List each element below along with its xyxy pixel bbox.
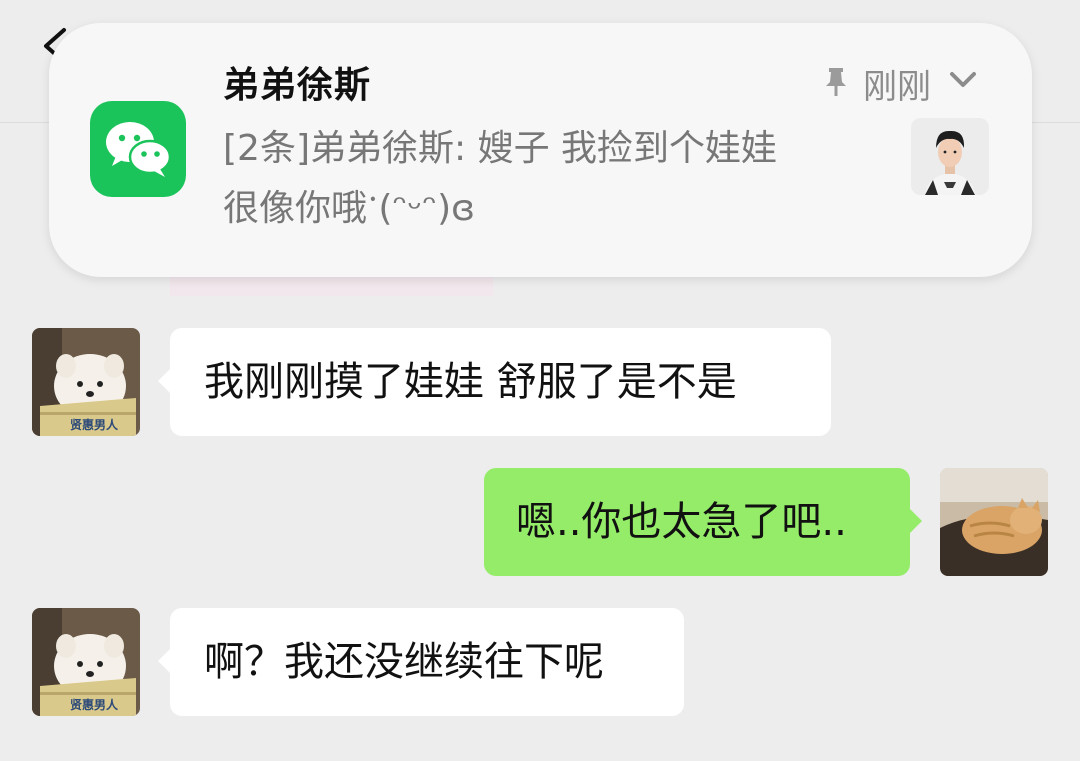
message-bubble-outgoing[interactable]: 嗯..你也太急了吧.. bbox=[484, 468, 922, 576]
pin-icon bbox=[826, 68, 846, 96]
message-text: 嗯..你也太急了吧.. bbox=[516, 499, 847, 545]
chevron-down-icon[interactable] bbox=[949, 69, 977, 91]
bubble-tail bbox=[158, 648, 171, 674]
avatar-book-text: 贤惠男人 bbox=[70, 417, 119, 432]
bubble-tail bbox=[909, 508, 922, 534]
message-bubble-incoming[interactable]: 我刚刚摸了娃娃 舒服了是不是 bbox=[158, 328, 831, 436]
notification-time: 刚刚 bbox=[863, 67, 931, 107]
wechat-icon bbox=[90, 101, 186, 197]
message-text: 啊？我还没继续往下呢 bbox=[204, 639, 604, 685]
message-bubble-incoming[interactable]: 啊？我还没继续往下呢 bbox=[158, 608, 684, 716]
bubble-tail bbox=[158, 368, 171, 394]
notification-preview: [2条]弟弟徐斯: 嫂子 我捡到个娃娃 很像你哦ॱ(ᵔᵕᵔ)ɞ bbox=[223, 119, 883, 239]
contact-avatar[interactable]: 贤惠男人 bbox=[32, 328, 140, 436]
chat-screen: 弟弟徐斯 刚刚 [2条]弟弟徐斯: 嫂子 我捡到个娃娃 很像你哦ॱ(ᵔᵕᵔ)ɞ bbox=[0, 0, 1080, 761]
avatar-book-text: 贤惠男人 bbox=[70, 697, 119, 712]
notification-banner[interactable]: 弟弟徐斯 刚刚 [2条]弟弟徐斯: 嫂子 我捡到个娃娃 很像你哦ॱ(ᵔᵕᵔ)ɞ bbox=[49, 23, 1032, 277]
notification-preview-line1: [2条]弟弟徐斯: 嫂子 我捡到个娃娃 bbox=[223, 128, 778, 169]
notification-preview-line2: 很像你哦ॱ(ᵔᵕᵔ)ɞ bbox=[223, 188, 476, 229]
contact-avatar[interactable]: 贤惠男人 bbox=[32, 608, 140, 716]
my-avatar[interactable] bbox=[940, 468, 1048, 576]
message-text: 我刚刚摸了娃娃 舒服了是不是 bbox=[204, 359, 737, 405]
notification-sender: 弟弟徐斯 bbox=[223, 65, 372, 106]
sender-avatar-thumbnail bbox=[911, 118, 989, 195]
